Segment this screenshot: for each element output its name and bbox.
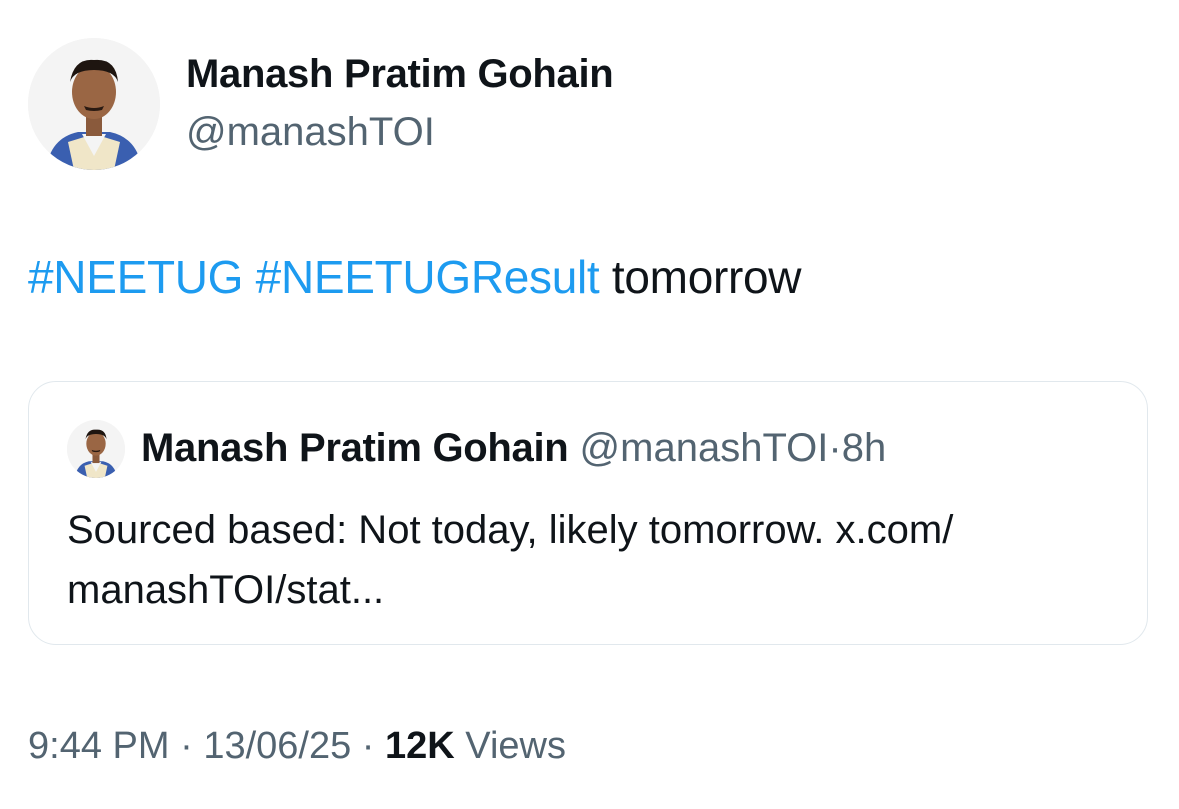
quoted-tweet-card[interactable]: Manash Pratim Gohain @manashTOI·8h Sourc… [28,381,1148,645]
tweet-body-text: tomorrow [611,251,802,303]
tweet-time[interactable]: 9:44 PM [28,725,170,767]
quoted-author-handle[interactable]: @manashTOI [580,426,829,470]
views-count[interactable]: 12K [385,725,455,767]
author-handle[interactable]: @manashTOI [186,110,435,155]
quoted-author-name[interactable]: Manash Pratim Gohain [141,426,569,470]
separator-dot: · [828,426,842,470]
tweet-date[interactable]: 13/06/25 [203,725,351,767]
quoted-tweet-header: Manash Pratim Gohain @manashTOI·8h [141,426,886,471]
avatar-photo-icon [28,38,160,170]
quoted-tweet-time[interactable]: 8h [842,426,887,470]
hashtag-neetug[interactable]: #NEETUG [28,251,243,303]
quoted-author-avatar[interactable] [67,420,125,478]
author-avatar[interactable] [28,38,160,170]
quoted-tweet-body: Sourced based: Not today, likely tomorro… [67,508,954,612]
author-name[interactable]: Manash Pratim Gohain [186,52,614,97]
avatar-photo-icon [67,420,125,478]
tweet-text: #NEETUG #NEETUGResult tomorrow [28,250,802,304]
tweet-footer: 9:44 PM · 13/06/25 · 12K Views [28,725,566,768]
views-label: Views [465,725,566,767]
hashtag-neetugresult[interactable]: #NEETUGResult [256,251,600,303]
separator-dot: · [180,725,193,767]
separator-dot: · [361,725,375,767]
